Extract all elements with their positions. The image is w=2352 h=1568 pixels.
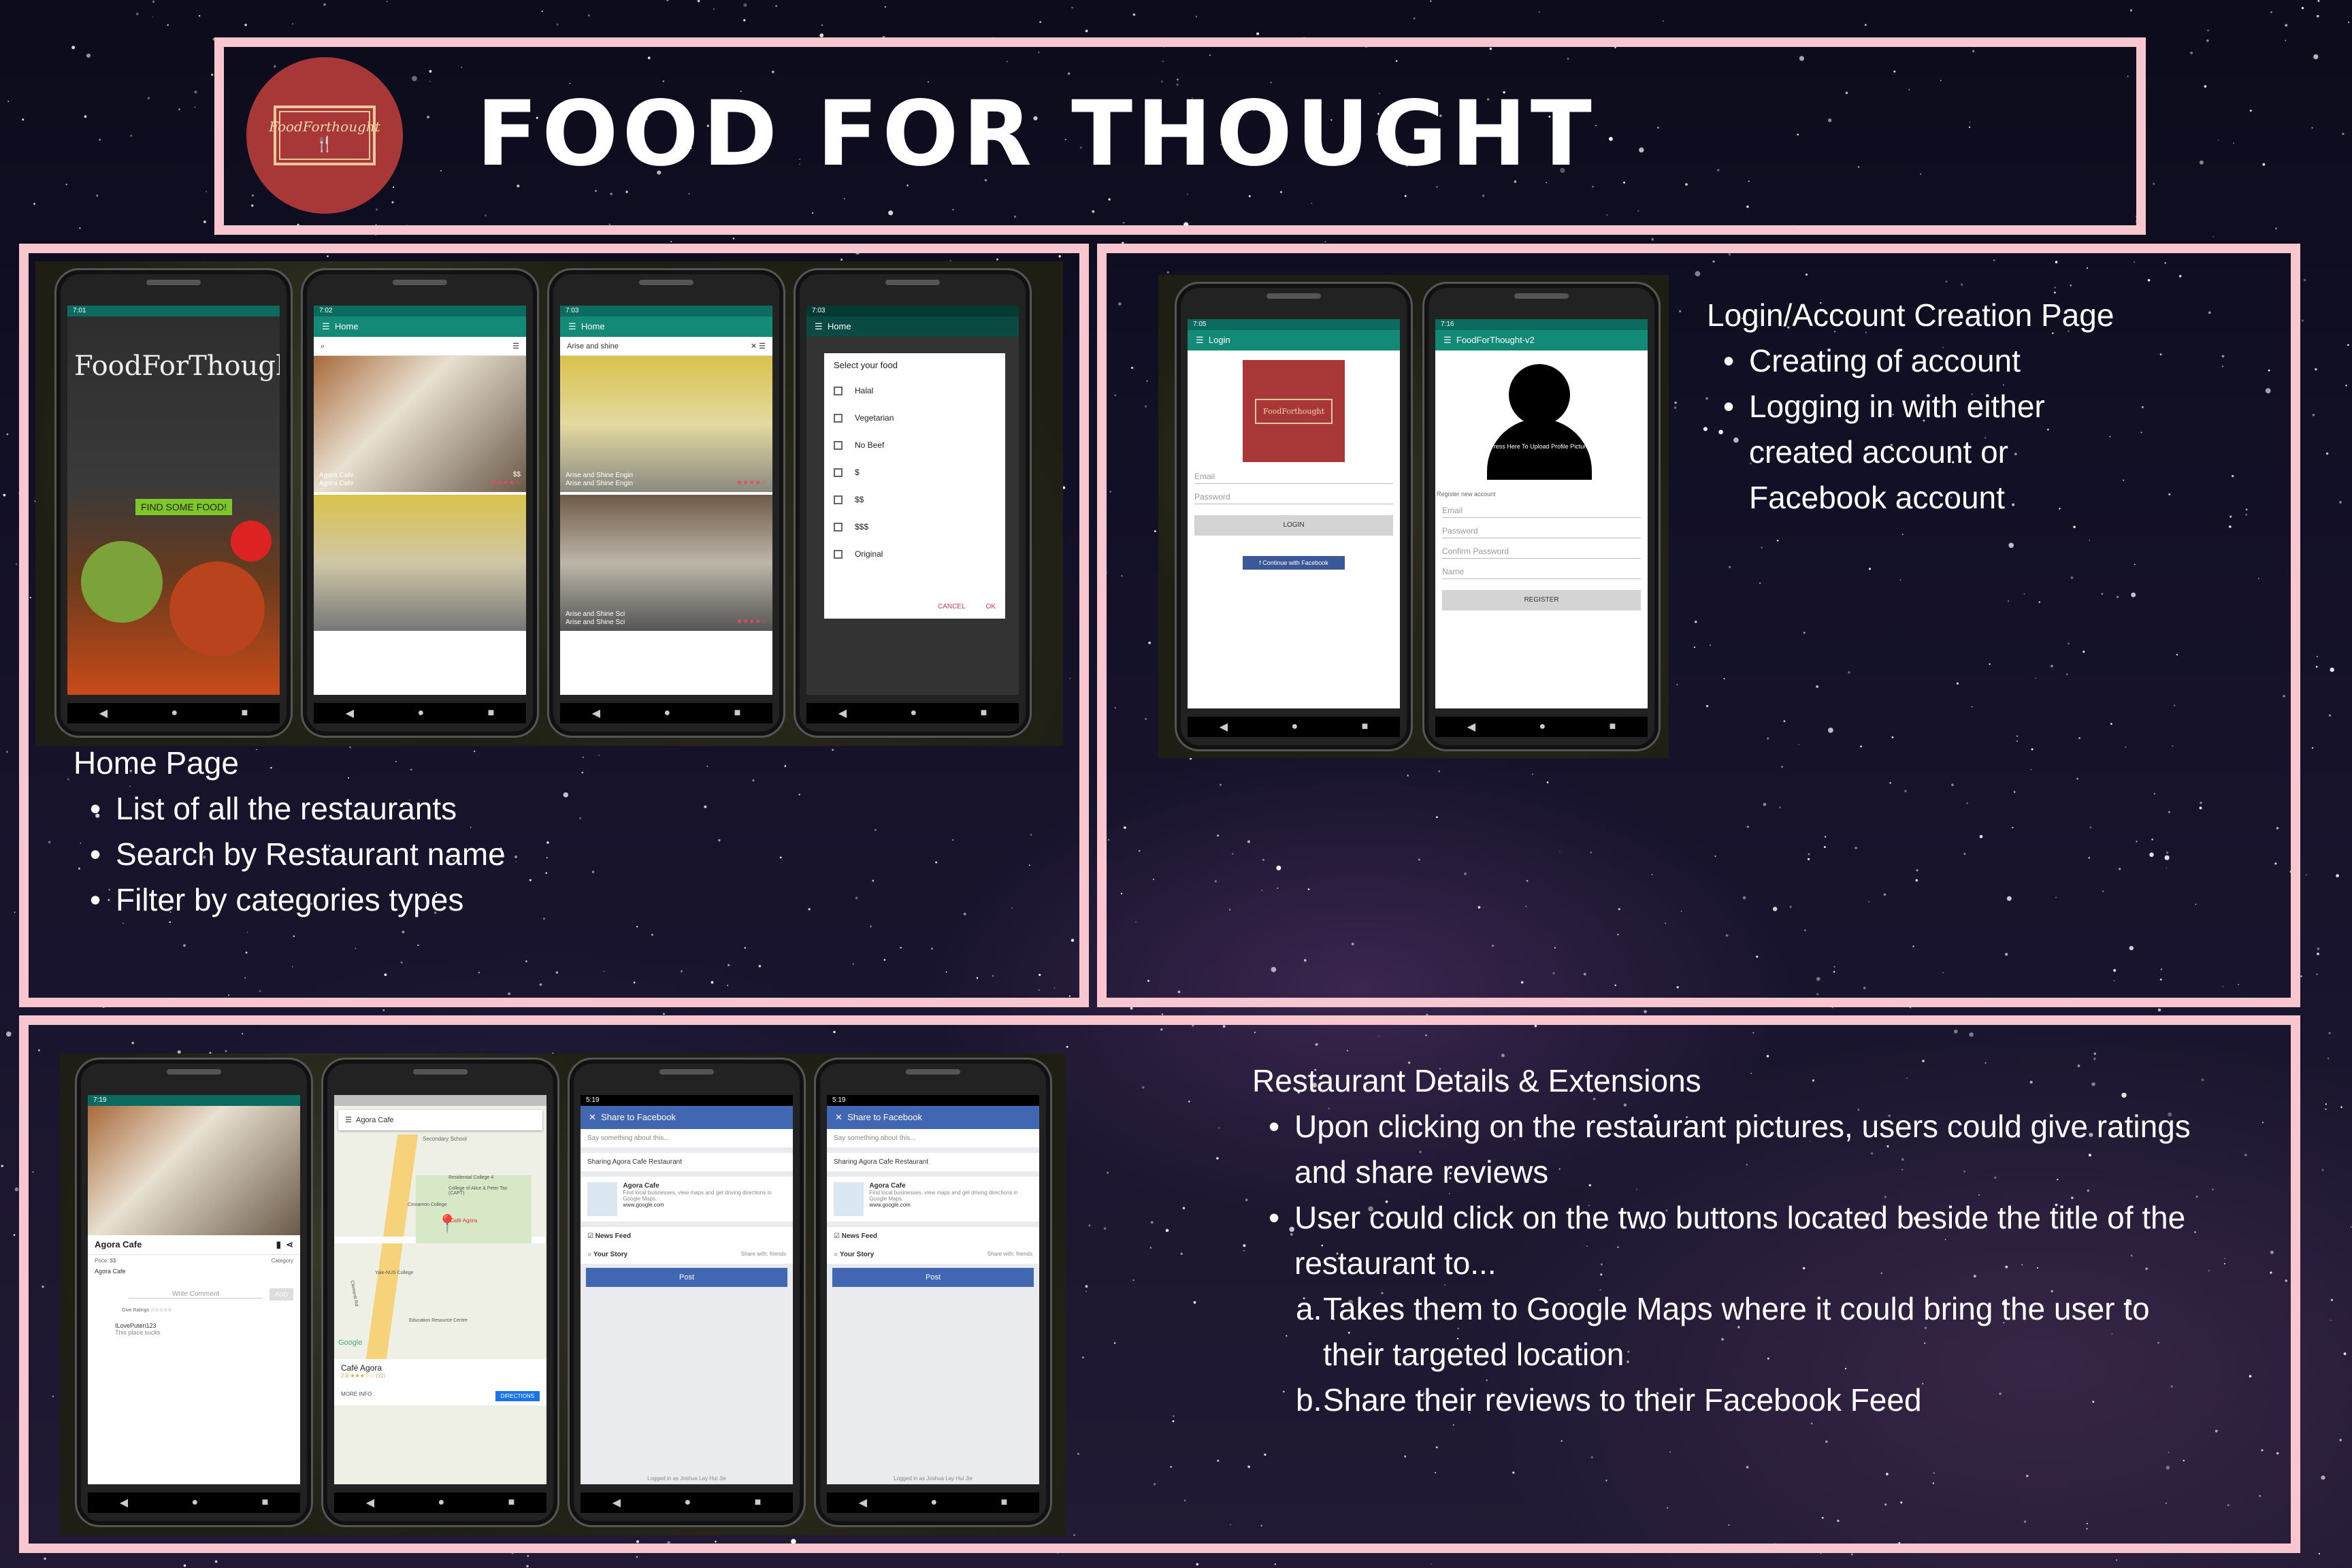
password-field[interactable]: Password [1194, 492, 1393, 504]
phone-share-facebook-2: 5:19 ✕ Share to Facebook Say something a… [814, 1058, 1052, 1527]
map-pin-icon: 📍 [436, 1213, 459, 1234]
phone-share-facebook: 5:19 ✕ Share to Facebook Say something a… [568, 1058, 806, 1527]
rating-stars[interactable]: ☆☆☆☆☆ [150, 1308, 172, 1313]
login-description: Login/Account Creation Page Creating of … [1707, 293, 2114, 521]
share-dialog-header: ✕ Share to Facebook [581, 1106, 793, 1129]
password-field[interactable]: Password [1442, 526, 1641, 538]
place-name: Café Agora [341, 1363, 382, 1373]
register-button[interactable]: REGISTER [1442, 590, 1641, 610]
filter-option-checkbox[interactable]: Halal [834, 377, 996, 404]
ok-button[interactable]: OK [986, 603, 996, 610]
status-bar: 7:02 [314, 306, 526, 316]
email-field[interactable]: Email [1194, 472, 1393, 484]
restaurant-name: Agora Cafe [95, 1239, 142, 1250]
splash-title: FoodForThought [74, 350, 280, 382]
search-icon: ⌕ [321, 342, 325, 350]
google-logo: Google [338, 1339, 363, 1347]
splash-screen: FoodForThought FIND SOME FOOD! [67, 316, 280, 695]
avatar-icon [1509, 364, 1570, 425]
news-feed-option[interactable]: ☑ News Feed [581, 1227, 793, 1245]
search-input[interactable]: Arise and shine ✕ ☰ [560, 337, 772, 356]
restaurant-card[interactable]: Agora Cafe Agora Cafe $$ ★★★★☆ [314, 356, 526, 492]
filter-option-checkbox[interactable]: No Beef [834, 431, 996, 459]
phone-filter-dialog: 7:03 ☰ Home Select your food Halal Veget… [794, 268, 1032, 738]
map-view[interactable]: 📍 Café Agora Secondary School Residentia… [334, 1134, 546, 1359]
phone-home-list: 7:02 ☰ Home ⌕ ☰ Agora Cafe Agora Cafe $$ ★… [301, 268, 539, 738]
map-button-icon[interactable]: ▮ [276, 1239, 281, 1250]
filter-icon[interactable]: ☰ [512, 337, 519, 355]
search-bar[interactable]: ⌕ ☰ [314, 337, 526, 356]
phone-splash: 7:01 FoodForThought FIND SOME FOOD! ◀●■ [54, 268, 293, 738]
app-bar: ☰ Home [314, 316, 526, 337]
add-comment-button[interactable]: ADD [269, 1288, 293, 1301]
login-screens-strip: 7:05 ☰ Login FoodForthought Email Passwo… [1158, 275, 1669, 758]
app-bar-title: Home [334, 321, 359, 331]
phone-google-maps: ☰ Agora Cafe 📍 Café Agora Secondary Scho… [321, 1058, 559, 1527]
filter-option-checkbox[interactable]: Vegetarian [834, 404, 996, 431]
logo-text: FoodForthought [269, 118, 380, 135]
comment-input[interactable]: Write Comment [129, 1290, 263, 1298]
your-story-option[interactable]: ○ Your Story Share with: friends [827, 1245, 1039, 1264]
status-bar: 7:03 [560, 306, 772, 316]
phone-search: 7:03 ☰ Home Arise and shine ✕ ☰ Arise and… [547, 268, 785, 738]
review-item: ILovePuteri123 This place sucks [115, 1322, 161, 1336]
android-nav-bar: ◀ ● ■ [560, 703, 772, 723]
android-nav-bar: ◀ ● ■ [806, 703, 1019, 723]
maps-thumbnail-icon [834, 1182, 864, 1216]
more-info-button[interactable]: MORE INFO [341, 1391, 372, 1401]
maps-search-input[interactable]: ☰ Agora Cafe [338, 1110, 542, 1130]
restaurant-card[interactable]: Arise and Shine Engin Arise and Shine Eng… [560, 356, 772, 492]
filter-option-checkbox[interactable]: Original [834, 540, 996, 568]
status-bar: 7:01 [67, 306, 280, 316]
clear-icon: ✕ ☰ [750, 342, 766, 350]
name-field[interactable]: Name [1442, 567, 1641, 579]
phone-login: 7:05 ☰ Login FoodForthought Email Passwo… [1175, 282, 1413, 751]
android-nav-bar: ◀ ● ■ [67, 703, 280, 723]
cancel-button[interactable]: CANCEL [938, 603, 966, 610]
restaurant-photo [88, 1106, 300, 1235]
post-button[interactable]: Post [586, 1268, 787, 1287]
restaurant-card[interactable]: Arise and Shine Sci Arise and Shine Sci ★… [560, 495, 772, 631]
dialog-title: Select your food [834, 360, 898, 370]
login-button[interactable]: LOGIN [1194, 515, 1393, 536]
facebook-icon: f [1259, 559, 1261, 566]
email-field[interactable]: Email [1442, 506, 1641, 518]
home-description: Home Page List of all the restaurants Se… [74, 740, 506, 923]
phone-restaurant-detail: 7:19 Agora Cafe ▮ ⋖ Price: $$ Category Ag… [75, 1058, 313, 1527]
phone-register: 7:16 ☰ FoodForThought-v2 Press Here To U… [1422, 282, 1661, 751]
filter-option-checkbox[interactable]: $$ [834, 486, 996, 513]
app-bar: ☰ Home [560, 316, 772, 337]
place-rating: 2.8 ★★★☆☆ (11) [341, 1373, 386, 1379]
share-message-input[interactable]: Say something about this... [581, 1129, 793, 1147]
logo-badge: FoodForthought 🍴 [269, 105, 380, 165]
home-screens-strip: 7:01 FoodForThought FIND SOME FOOD! ◀●■ … [35, 261, 1063, 746]
page-title: FOOD FOR THOUGHT [476, 82, 1596, 186]
restaurant-card[interactable] [314, 495, 526, 631]
filter-option-checkbox[interactable]: $$$ [834, 513, 996, 540]
post-button[interactable]: Post [832, 1268, 1034, 1287]
android-nav-bar: ◀ ● ■ [314, 703, 526, 723]
details-description: Restaurant Details & Extensions Upon cli… [1252, 1058, 2191, 1423]
filter-option-checkbox[interactable]: $ [834, 459, 996, 486]
confirm-password-field[interactable]: Confirm Password [1442, 546, 1641, 559]
share-button-icon[interactable]: ⋖ [286, 1239, 293, 1250]
facebook-login-button[interactable]: f Continue with Facebook [1243, 556, 1345, 570]
share-message-input[interactable]: Say something about this... [827, 1129, 1039, 1147]
directions-button[interactable]: DIRECTIONS [495, 1391, 540, 1401]
home-heading: Home Page [74, 745, 239, 781]
maps-thumbnail-icon [587, 1182, 618, 1216]
app-logo: FoodForthought 🍴 [246, 57, 403, 214]
your-story-option[interactable]: ○ Your Story Share with: friends [581, 1245, 793, 1264]
find-some-food-button[interactable]: FIND SOME FOOD! [135, 499, 232, 515]
details-screens-strip: 7:19 Agora Cafe ▮ ⋖ Price: $$ Category Ag… [60, 1054, 1066, 1535]
profile-avatar-upload[interactable]: Press Here To Upload Profile Picture [1435, 350, 1648, 487]
login-logo: FoodForthought [1243, 360, 1345, 462]
fork-spoon-icon: 🍴 [315, 135, 334, 153]
filter-dialog: Select your food Halal Vegetarian No Bee… [824, 353, 1005, 619]
news-feed-option[interactable]: ☑ News Feed [827, 1227, 1039, 1245]
